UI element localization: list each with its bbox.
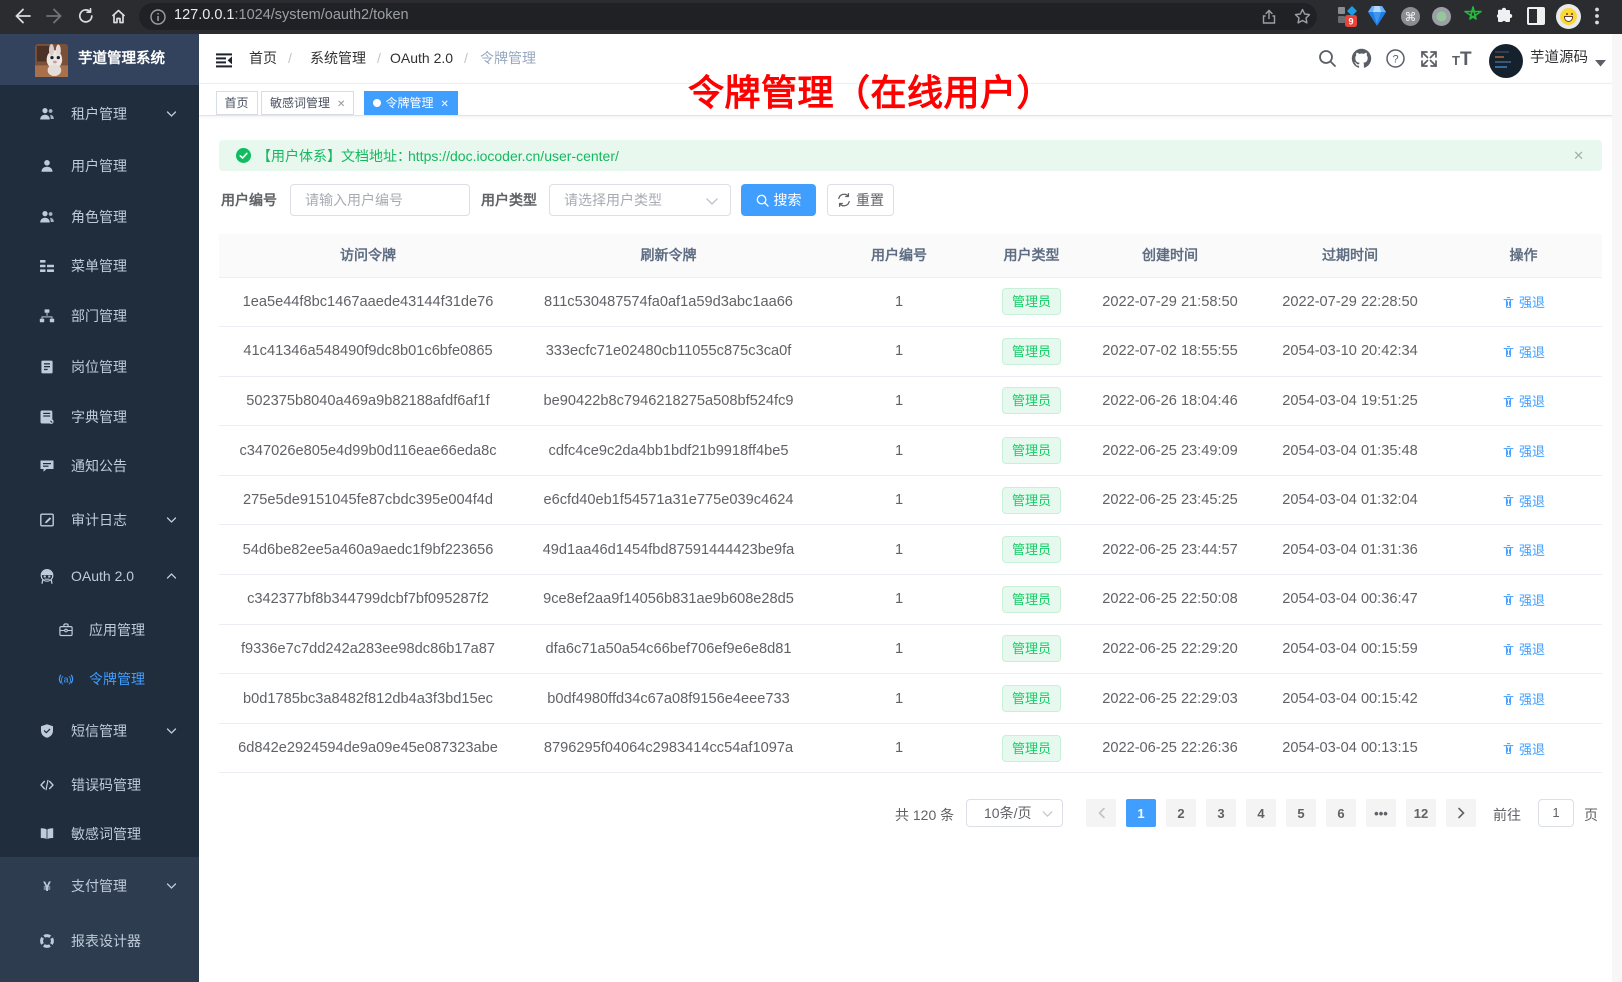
svg-text:T: T [1452, 53, 1460, 67]
svg-text:?: ? [1392, 54, 1398, 66]
svg-text:⌘: ⌘ [1405, 10, 1417, 24]
svg-text:(a): (a) [61, 675, 72, 685]
svg-text:T: T [1460, 50, 1472, 67]
svg-text:9: 9 [1348, 17, 1353, 27]
svg-text:¥: ¥ [43, 878, 51, 894]
